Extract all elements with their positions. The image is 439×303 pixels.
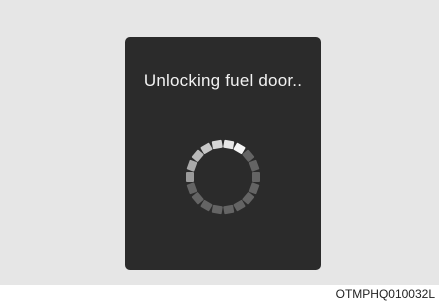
spinner-segment	[233, 199, 246, 212]
spinner-segment	[211, 139, 223, 150]
spinner-segment	[186, 172, 194, 182]
spinner-segment	[248, 182, 260, 195]
spinner-segment	[248, 159, 260, 172]
spinner-segment	[200, 199, 213, 212]
spinner-segment	[252, 172, 260, 182]
spinner-segment	[242, 192, 255, 205]
spinner-segment	[186, 159, 198, 172]
status-message: Unlocking fuel door..	[143, 71, 303, 90]
spinner-segment	[223, 139, 235, 150]
spinner-segment	[191, 149, 204, 162]
loading-spinner-icon	[186, 139, 260, 215]
spinner-segment	[233, 142, 246, 155]
image-code-caption: OTMPHQ010032L	[335, 287, 435, 301]
spinner-segment	[211, 204, 223, 215]
spinner-segment	[191, 192, 204, 205]
spinner-segment	[242, 149, 255, 162]
cluster-display: Unlocking fuel door..	[125, 37, 321, 270]
spinner-segment	[223, 204, 235, 215]
spinner-segment	[186, 182, 198, 195]
spinner-segment	[200, 142, 213, 155]
